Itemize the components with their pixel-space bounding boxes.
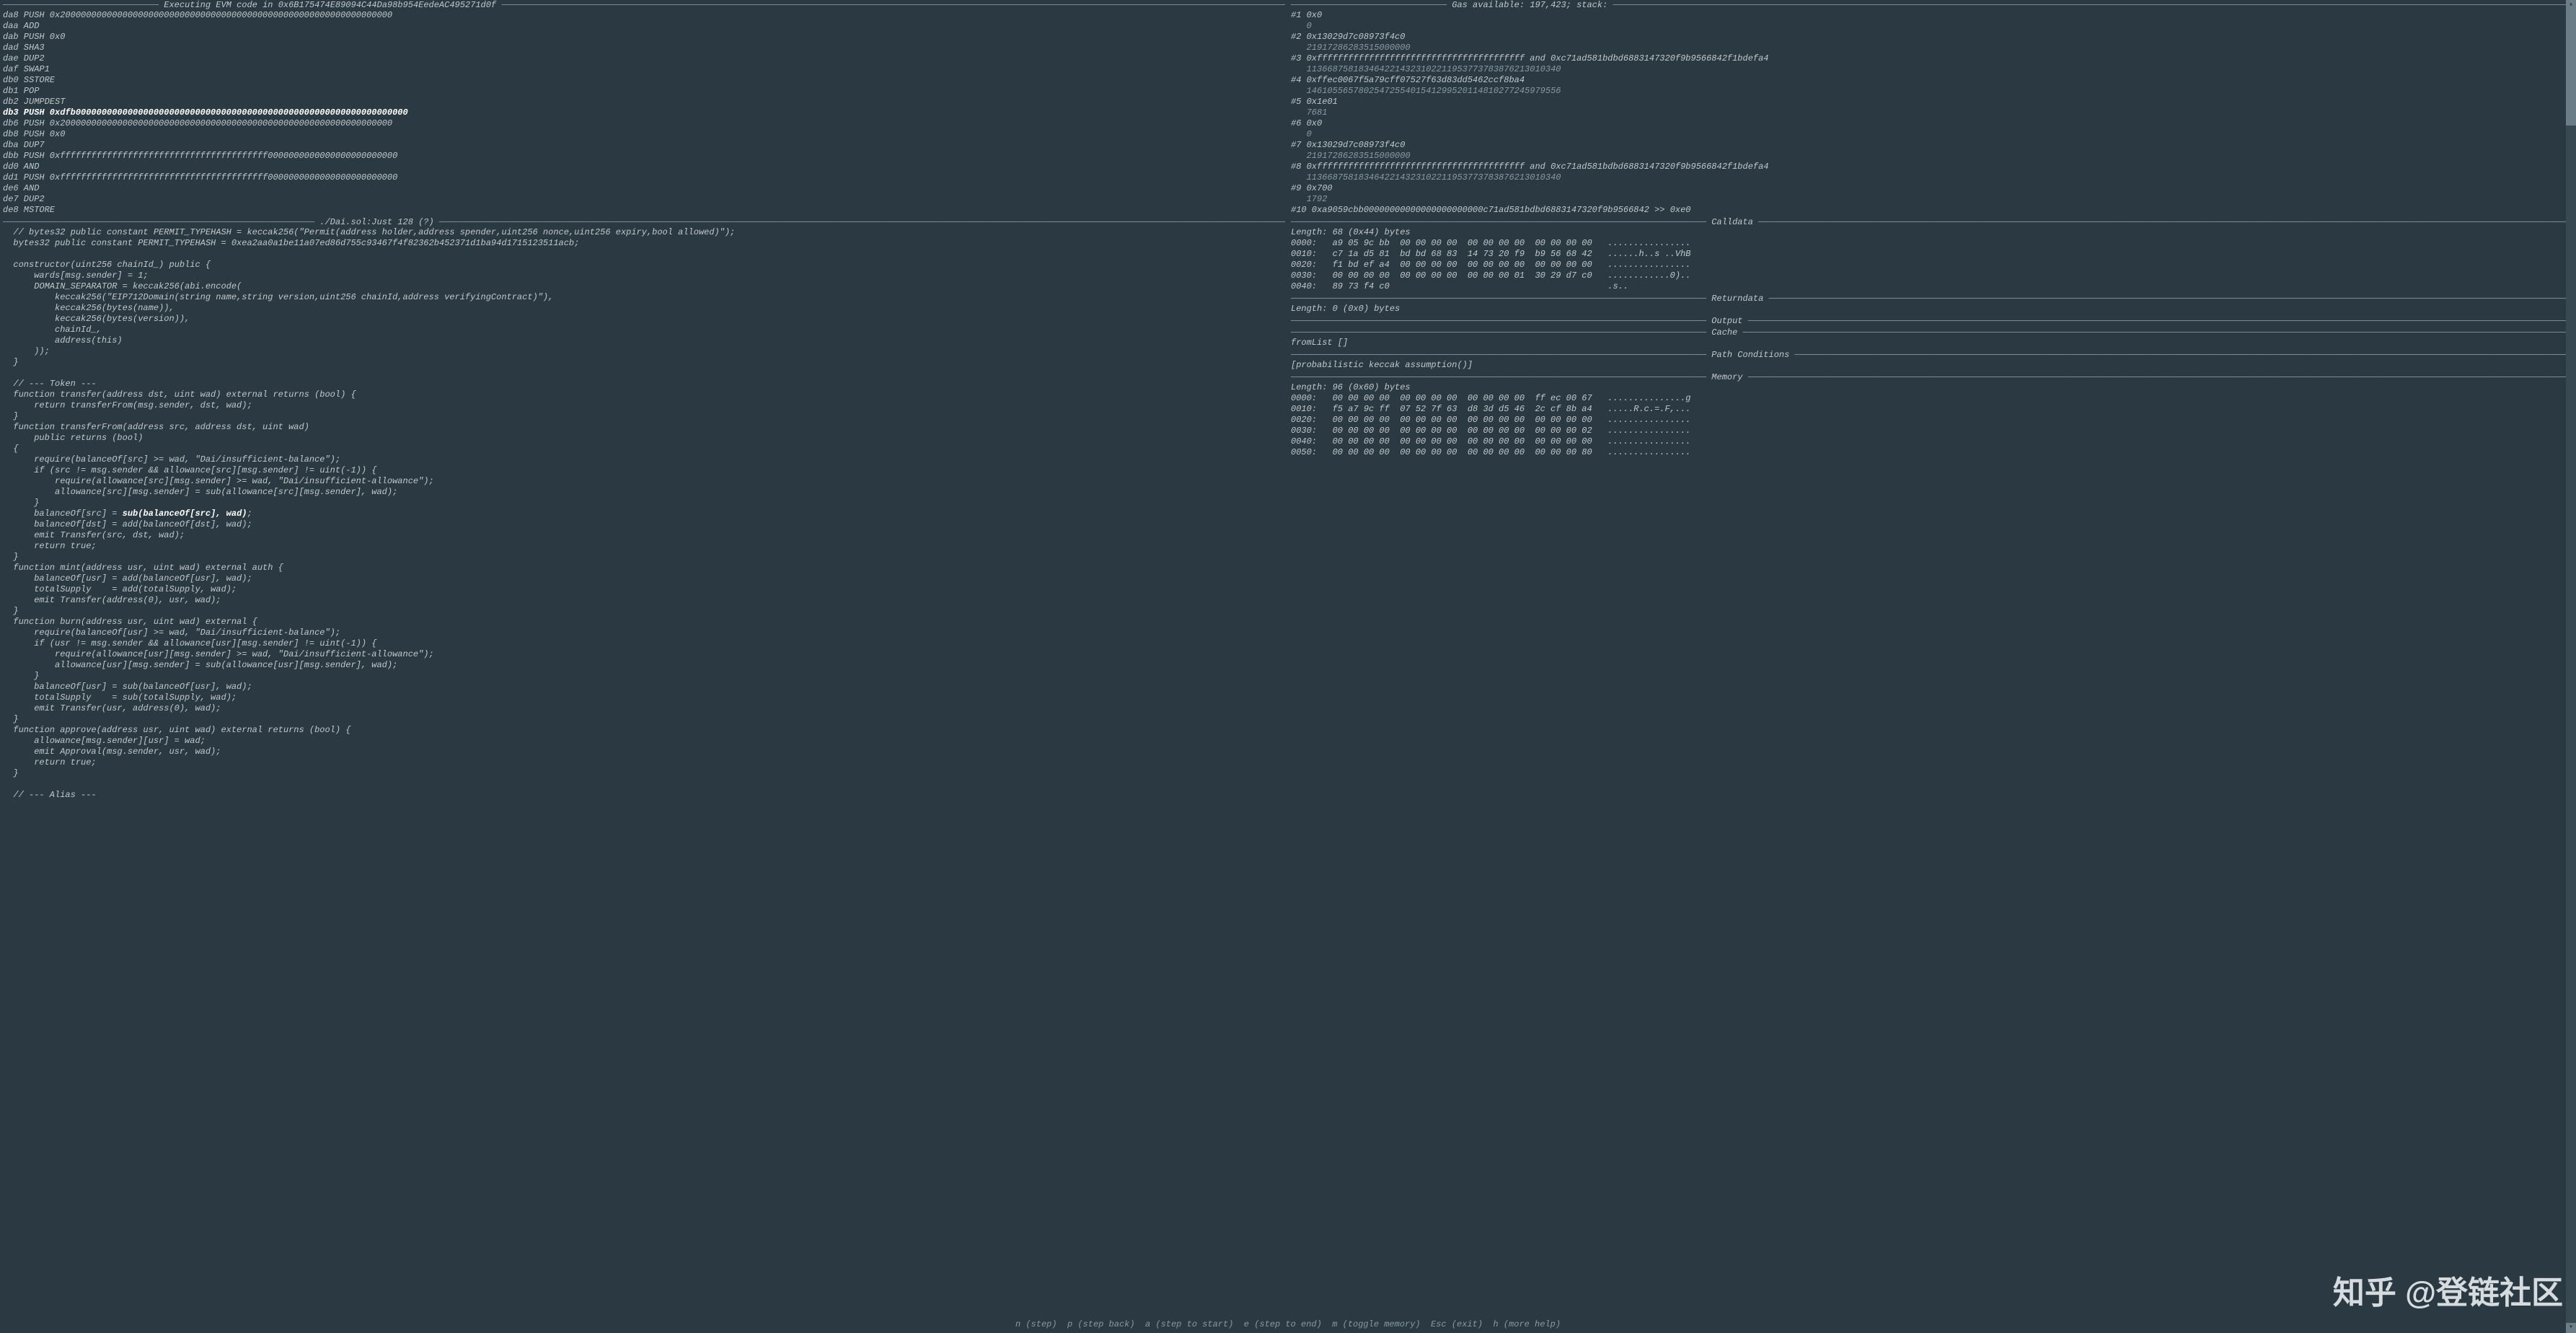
cache-body: fromList [] [1291, 338, 2573, 348]
output-title-line: ────────────────────────────────────────… [1291, 316, 2573, 326]
rule-fill: ────────────────────────────────────────… [1291, 327, 1706, 338]
cache-title-line: ────────────────────────────────────────… [1291, 327, 2573, 338]
screen: ────────────────────────────── Executing… [0, 0, 2576, 1333]
main-area: ────────────────────────────── Executing… [0, 0, 2576, 1316]
evm-title-address: 0x6B175474E89094C44Da98b954EedeAC495271d… [278, 0, 496, 10]
scroll-up-arrow-icon[interactable]: ▴ [2566, 0, 2576, 10]
stack-body[interactable]: #1 0x0 0 #2 0x13029d7c08973f4c0 21917286… [1291, 10, 2573, 216]
evm-panel-title: ────────────────────────────── Executing… [3, 0, 1285, 10]
memory-panel: ────────────────────────────────────────… [1291, 372, 2573, 458]
gas-title: Gas available: 197,423; stack: [1452, 0, 1607, 10]
cache-title: Cache [1711, 327, 1737, 338]
source-code[interactable]: // bytes32 public constant PERMIT_TYPEHA… [3, 227, 1285, 801]
output-panel: ────────────────────────────────────────… [1291, 316, 2573, 326]
returndata-title-line: ────────────────────────────────────────… [1291, 294, 2573, 304]
right-column: ────────────────────────────── Gas avail… [1288, 0, 2576, 1316]
source-panel-title: ────────────────────────────────────────… [3, 217, 1285, 227]
rule-fill: ────────────────────────────────────────… [1291, 372, 1706, 382]
calldata-body[interactable]: Length: 68 (0x44) bytes 0000: a9 05 9c b… [1291, 227, 2573, 292]
rule-fill: ────────────────────────────────────────… [501, 0, 1285, 10]
calldata-panel: ────────────────────────────────────────… [1291, 217, 2573, 292]
pathconds-panel: ────────────────────────────────────────… [1291, 350, 2573, 371]
rule-fill: ────────────────────────────────────────… [1758, 217, 2573, 227]
scrollbar-track[interactable]: ▴ ▾ [2566, 0, 2576, 1333]
evm-panel: ────────────────────────────── Executing… [3, 0, 1285, 216]
rule-fill: ────────────────────────────────────────… [439, 217, 1285, 227]
cache-panel: ────────────────────────────────────────… [1291, 327, 2573, 348]
rule-fill: ────────────────────────────────────────… [1795, 350, 2573, 360]
returndata-body: Length: 0 (0x0) bytes [1291, 304, 2573, 314]
rule-fill: ────────────────────────────────────────… [1748, 372, 2573, 382]
stack-panel-title: ────────────────────────────── Gas avail… [1291, 0, 2573, 10]
scrollbar-thumb[interactable] [2566, 10, 2576, 126]
rule-fill: ────────────────────────────────────────… [1613, 0, 2574, 10]
rule-fill: ────────────────────────────────────────… [1291, 316, 1706, 326]
footer-hints: n (step) p (step back) a (step to start)… [0, 1316, 2576, 1333]
pathconds-title: Path Conditions [1711, 350, 1789, 360]
stack-panel: ────────────────────────────── Gas avail… [1291, 0, 2573, 216]
calldata-title-line: ────────────────────────────────────────… [1291, 217, 2573, 227]
rule-fill: ────────────────────────────────────────… [1748, 316, 2573, 326]
scroll-down-arrow-icon[interactable]: ▾ [2566, 1323, 2576, 1333]
source-panel: ────────────────────────────────────────… [3, 217, 1285, 1315]
source-title: ./Dai.sol:Just 128 (?) [319, 217, 433, 227]
rule-fill: ────────────────────────────── [1291, 0, 1447, 10]
rule-fill: ────────────────────────────────────────… [1291, 350, 1706, 360]
evm-disassembly[interactable]: da8 PUSH 0x20000000000000000000000000000… [3, 10, 1285, 216]
rule-fill: ────────────────────────────────────────… [1291, 294, 1706, 304]
rule-fill: ────────────────────────────────────────… [1769, 294, 2573, 304]
returndata-panel: ────────────────────────────────────────… [1291, 294, 2573, 314]
returndata-title: Returndata [1711, 294, 1763, 304]
rule-fill: ────────────────────────────────────────… [3, 217, 314, 227]
rule-fill: ────────────────────────────── [3, 0, 159, 10]
output-title: Output [1711, 316, 1742, 326]
memory-body[interactable]: Length: 96 (0x60) bytes 0000: 00 00 00 0… [1291, 382, 2573, 458]
memory-title: Memory [1711, 372, 1742, 382]
pathconds-title-line: ────────────────────────────────────────… [1291, 350, 2573, 360]
rule-fill: ────────────────────────────────────────… [1291, 217, 1706, 227]
left-column: ────────────────────────────── Executing… [0, 0, 1288, 1316]
evm-title-prefix: Executing EVM code in [164, 0, 278, 10]
rule-fill: ────────────────────────────────────────… [1743, 327, 2573, 338]
pathconds-body: [probabilistic keccak assumption()] [1291, 360, 2573, 371]
calldata-title: Calldata [1711, 217, 1753, 227]
memory-title-line: ────────────────────────────────────────… [1291, 372, 2573, 382]
